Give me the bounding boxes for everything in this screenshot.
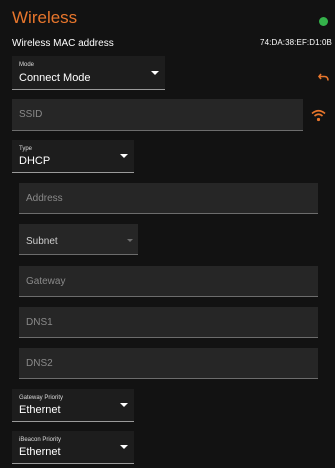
gateway-input[interactable]	[19, 266, 318, 296]
ssid-field[interactable]	[12, 99, 303, 131]
page-title: Wireless	[12, 8, 78, 27]
type-label: Type	[19, 146, 33, 152]
subnet-label: Subnet	[26, 236, 58, 247]
chevron-down-icon	[151, 71, 159, 75]
type-select[interactable]: Type DHCP	[12, 140, 134, 173]
subnet-select[interactable]: Subnet	[19, 224, 138, 255]
ibeacon-priority-label: iBeacon Priority	[19, 437, 62, 443]
wifi-icon[interactable]	[311, 109, 326, 122]
chevron-down-icon	[120, 403, 128, 407]
ssid-input[interactable]	[12, 99, 303, 130]
chevron-down-icon	[120, 445, 128, 449]
address-input[interactable]	[19, 183, 318, 213]
mode-value: Connect Mode	[19, 72, 91, 84]
type-value: DHCP	[19, 155, 51, 167]
chevron-down-icon	[127, 239, 133, 242]
gateway-priority-value: Ethernet	[19, 404, 61, 416]
dns2-input[interactable]	[19, 348, 318, 378]
mac-address-label: Wireless MAC address	[12, 38, 114, 49]
ibeacon-priority-select[interactable]: iBeacon Priority Ethernet	[12, 431, 134, 464]
gateway-field[interactable]	[19, 266, 318, 297]
mode-label: Mode	[19, 62, 35, 68]
dns2-field[interactable]	[19, 348, 318, 379]
mode-select[interactable]: Mode Connect Mode	[12, 56, 165, 90]
address-field[interactable]	[19, 183, 318, 214]
status-indicator	[319, 17, 328, 26]
undo-arrow-icon[interactable]	[317, 69, 329, 81]
mac-address-value: 74:DA:38:EF:D1:0B	[260, 38, 332, 47]
dns1-input[interactable]	[19, 307, 318, 337]
ibeacon-priority-value: Ethernet	[19, 446, 61, 458]
gateway-priority-select[interactable]: Gateway Priority Ethernet	[12, 389, 134, 422]
chevron-down-icon	[120, 154, 128, 158]
gateway-priority-label: Gateway Priority	[19, 395, 64, 401]
dns1-field[interactable]	[19, 307, 318, 338]
